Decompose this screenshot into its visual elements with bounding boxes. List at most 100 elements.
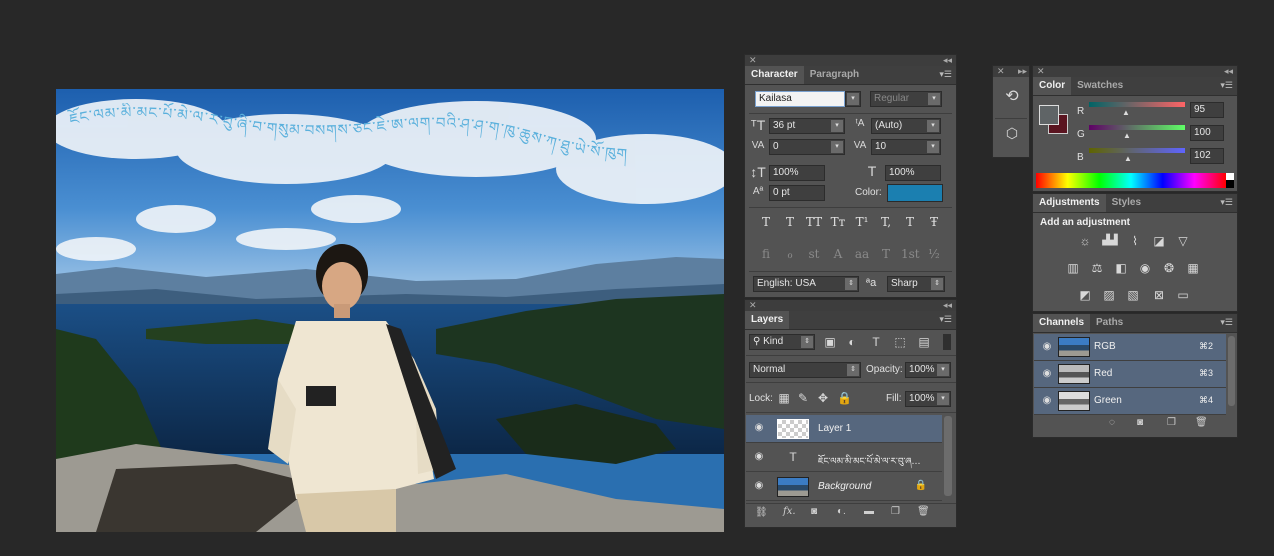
layer-row-layer-1[interactable]: ◉ Layer 1 (746, 415, 942, 443)
panel-menu-icon[interactable]: ▾☰ (1220, 80, 1233, 91)
opentype-button-2[interactable]: st (805, 247, 823, 261)
type-style-button-4[interactable]: T¹ (853, 215, 871, 229)
opentype-button-7[interactable]: ½ (925, 247, 943, 261)
pixel-filter-icon[interactable]: ▣ (823, 335, 837, 349)
layer-row-background[interactable]: ◉ Background 🔒 (746, 473, 942, 501)
type-style-button-1[interactable]: T (781, 215, 799, 229)
invert-icon[interactable]: ◩ (1077, 288, 1093, 302)
tab-swatches[interactable]: Swatches (1071, 77, 1129, 95)
type-style-button-5[interactable]: T, (877, 215, 895, 229)
document-canvas[interactable]: ཇོང་ལམ་མི་མང་པོ་མེ་ལ་ར་བུ་ཞི་བ་གསུམ་བསགས… (56, 89, 724, 532)
panel-menu-icon[interactable]: ▾☰ (939, 314, 952, 325)
panel-menu-icon[interactable]: ▾☰ (939, 69, 952, 80)
type-style-button-7[interactable]: Ŧ (925, 215, 943, 229)
new-group-icon[interactable]: ▬ (864, 506, 874, 517)
opentype-button-6[interactable]: 1st (901, 247, 920, 261)
collapse-icon[interactable]: ◂◂ (943, 55, 952, 66)
type-style-button-2[interactable]: TT (805, 215, 823, 229)
tab-layers[interactable]: Layers (745, 311, 790, 329)
channel-row-rgb[interactable]: ◉ RGB ⌘2 (1034, 334, 1226, 361)
foreground-color-swatch[interactable] (1039, 105, 1059, 125)
type-style-button-0[interactable]: T (757, 215, 775, 229)
collapse-icon[interactable]: ◂◂ (1224, 66, 1233, 77)
green-field[interactable]: 100 (1190, 125, 1224, 141)
tracking-field[interactable]: 10 ▾ (871, 139, 941, 155)
type-style-button-6[interactable]: T (901, 215, 919, 229)
tab-adjustments[interactable]: Adjustments (1033, 194, 1106, 212)
adjustment-filter-icon[interactable]: ◐ (845, 335, 859, 349)
horizontal-scale-field[interactable]: 100% (885, 165, 941, 181)
opentype-button-1[interactable]: ℴ (781, 247, 799, 261)
close-icon[interactable]: ✕ (997, 66, 1005, 77)
leading-field[interactable]: (Auto) ▾ (871, 118, 941, 134)
lock-pixels-icon[interactable]: ✎ (797, 391, 809, 405)
fx-icon[interactable]: fx. (783, 506, 796, 517)
filter-toggle[interactable] (943, 334, 951, 350)
vertical-scale-field[interactable]: 100% (769, 165, 825, 181)
vibrance-icon[interactable]: ▽ (1175, 234, 1191, 248)
save-selection-icon[interactable]: ◙ (1137, 417, 1143, 428)
type-style-button-3[interactable]: Tт (829, 215, 847, 229)
tab-paths[interactable]: Paths (1090, 314, 1129, 332)
trash-icon[interactable]: 🗑 (917, 506, 930, 517)
green-slider[interactable] (1089, 125, 1185, 130)
channel-row-red[interactable]: ◉ Red ⌘3 (1034, 361, 1226, 388)
layers-scrollbar[interactable] (944, 416, 952, 496)
close-icon[interactable]: ✕ (749, 300, 757, 311)
language-select[interactable]: English: USA ⇕ (753, 276, 859, 292)
3d-cube-icon[interactable]: ⬡ (1003, 126, 1021, 140)
new-adjustment-icon[interactable]: ◐. (837, 506, 846, 517)
green-slider-thumb[interactable]: ▲ (1123, 131, 1131, 140)
shape-filter-icon[interactable]: ⬚ (893, 335, 907, 349)
brightness-icon[interactable]: ☼ (1077, 234, 1093, 248)
font-family-dropdown[interactable]: ▾ (845, 91, 861, 107)
opentype-button-5[interactable]: T (877, 247, 895, 261)
panel-menu-icon[interactable]: ▾☰ (1220, 197, 1233, 208)
tab-styles[interactable]: Styles (1106, 194, 1147, 212)
tab-paragraph[interactable]: Paragraph (804, 66, 865, 84)
antialias-select[interactable]: Sharp ⇕ (887, 276, 945, 292)
red-slider[interactable] (1089, 102, 1185, 107)
color-ramp[interactable] (1036, 173, 1226, 188)
font-size-field[interactable]: 36 pt ▾ (769, 118, 845, 134)
blue-field[interactable]: 102 (1190, 148, 1224, 164)
trash-icon[interactable]: 🗑 (1195, 417, 1208, 428)
close-icon[interactable]: ✕ (749, 55, 757, 66)
close-icon[interactable]: ✕ (1037, 66, 1045, 77)
text-color-swatch[interactable] (887, 184, 943, 202)
blue-slider[interactable] (1089, 148, 1185, 153)
font-family-field[interactable]: Kailasa (755, 91, 845, 107)
load-selection-icon[interactable]: ◌ (1109, 417, 1115, 428)
new-layer-icon[interactable]: ❐ (891, 506, 900, 517)
expand-icon[interactable]: ▸▸ (1018, 66, 1027, 77)
lock-transparent-icon[interactable]: ▦ (778, 391, 790, 405)
blend-mode-select[interactable]: Normal ⇕ (749, 362, 861, 378)
blue-slider-thumb[interactable]: ▲ (1124, 154, 1132, 163)
red-slider-thumb[interactable]: ▲ (1122, 108, 1130, 117)
channel-mixer-icon[interactable]: ❂ (1161, 261, 1177, 275)
opentype-button-0[interactable]: fi (757, 247, 775, 261)
smart-object-filter-icon[interactable]: ▤ (917, 335, 931, 349)
layer-mask-icon[interactable]: ◙ (811, 506, 817, 517)
eye-icon[interactable]: ◉ (752, 422, 766, 433)
opentype-button-3[interactable]: A (829, 247, 847, 261)
hue-saturation-icon[interactable]: ▥ (1065, 261, 1081, 275)
font-style-field[interactable]: Regular ▾ (870, 91, 942, 107)
exposure-icon[interactable]: ◪ (1151, 234, 1167, 248)
baseline-shift-field[interactable]: 0 pt (769, 185, 825, 201)
color-balance-icon[interactable]: ⚖ (1089, 261, 1105, 275)
layer-row-text[interactable]: ◉ T ཇོང་ལམ་མི་མང་པོ་མེ་ལ་ར་བུ་ཞ… (746, 444, 942, 472)
color-ramp-white[interactable] (1226, 173, 1234, 180)
new-channel-icon[interactable]: ❐ (1167, 417, 1176, 428)
opentype-button-4[interactable]: aa (853, 247, 871, 261)
gradient-map-icon[interactable]: ▭ (1175, 288, 1191, 302)
tab-color[interactable]: Color (1033, 77, 1072, 95)
red-field[interactable]: 95 (1190, 102, 1224, 118)
eye-icon[interactable]: ◉ (1040, 341, 1054, 352)
tab-channels[interactable]: Channels (1033, 314, 1091, 332)
color-ramp-black[interactable] (1226, 180, 1234, 188)
link-layers-icon[interactable]: ⛓ (755, 507, 768, 518)
black-white-icon[interactable]: ◧ (1113, 261, 1129, 275)
eye-icon[interactable]: ◉ (1040, 368, 1054, 379)
tab-character[interactable]: Character (745, 66, 804, 84)
